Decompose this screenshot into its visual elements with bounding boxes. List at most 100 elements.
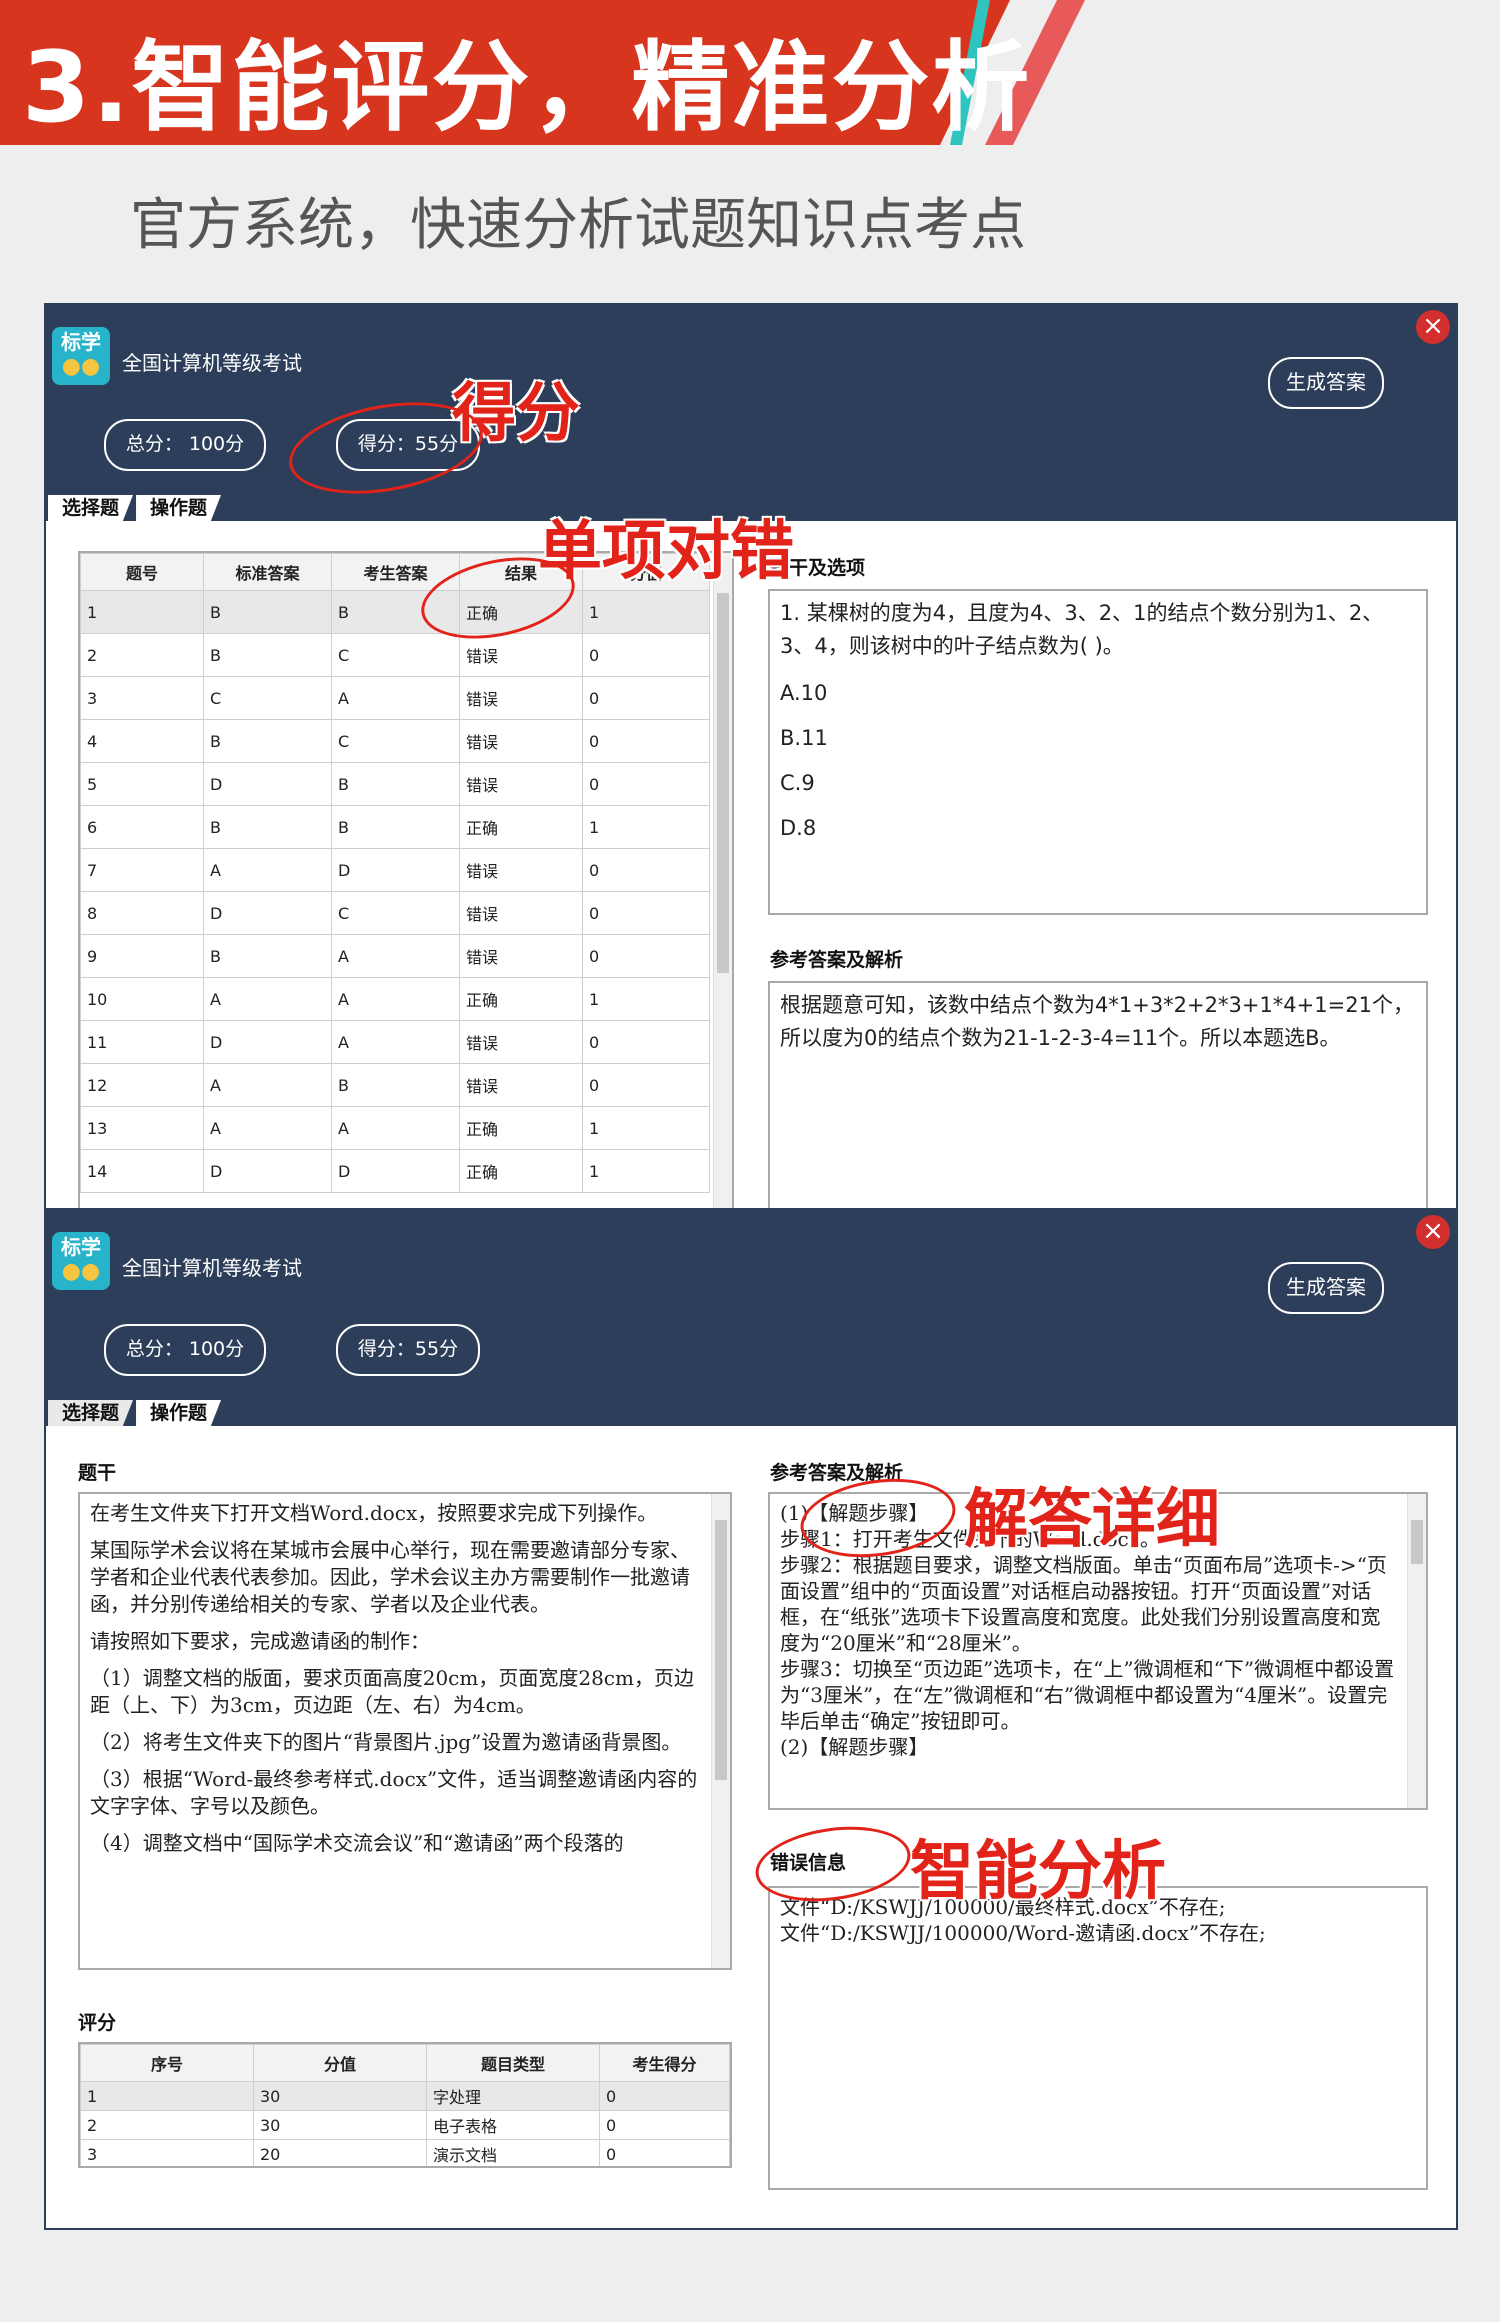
cell-standard: D [203,1149,332,1193]
tab-operation[interactable]: 操作题 [136,495,222,521]
tab-choice[interactable]: 选择题 [48,1400,134,1426]
table-row[interactable]: 9 B A 错误 0 [80,934,710,978]
tab-operation[interactable]: 操作题 [136,1400,222,1426]
cell-standard: B [203,633,332,677]
cell-points: 30 [253,2081,427,2111]
annotation-detail: 解答详细 [964,1483,1220,1557]
generate-answer-button[interactable]: 生成答案 [1268,357,1384,409]
cell-number: 4 [80,719,204,763]
col-header-standard[interactable]: 标准答案 [203,553,332,591]
table-row[interactable]: 3 20 演示文档 0 [80,2139,730,2166]
stem-paragraph: （4）调整文档中“国际学术交流会议”和“邀请函”两个段落的 [90,1831,624,1855]
col-header-student-score[interactable]: 考生得分 [599,2044,730,2082]
table-row[interactable]: 6 B B 正确 1 [80,805,710,849]
cell-result: 错误 [459,934,583,978]
option-b: B.11 [780,726,828,750]
answer-line: 步骤3：切换至“页边距”选项卡，在“上”微调框和“下”微调框中都设置为“3厘米”… [780,1657,1395,1733]
answer-text: 根据题意可知，该数中结点个数为4*1+3*2+2*3+1*4+1=21个，所以度… [780,993,1414,1050]
cell-result: 错误 [459,848,583,892]
answer-table: 题号 标准答案 考生答案 结果 分值 1 B B 正确 1 2 B C 错误 0 3 C A 错误 0 4 B C… [80,553,710,1193]
cell-points: 0 [582,633,710,677]
generate-answer-button[interactable]: 生成答案 [1268,1262,1384,1314]
table-row[interactable]: 10 A A 正确 1 [80,977,710,1021]
total-score-pill: 总分： 100分 [104,1324,266,1376]
cell-number: 5 [80,762,204,806]
cell-number: 9 [80,934,204,978]
cell-number: 11 [80,1020,204,1064]
cell-result: 正确 [459,1149,583,1193]
table-row[interactable]: 8 D C 错误 0 [80,891,710,935]
cell-result: 错误 [459,633,583,677]
table-row[interactable]: 2 B C 错误 0 [80,633,710,677]
cell-student: C [331,719,460,763]
tab-choice[interactable]: 选择题 [48,495,134,521]
cell-number: 7 [80,848,204,892]
cell-student: C [331,891,460,935]
col-header-number[interactable]: 题号 [80,553,204,591]
cell-points: 20 [253,2139,427,2166]
close-icon[interactable]: × [1416,310,1450,344]
cell-result: 正确 [459,805,583,849]
cell-points: 1 [582,977,710,1021]
stem-text: 在考生文件夹下打开文档Word.docx，按照要求完成下列操作。 某国际学术会议将… [80,1494,730,1873]
table-row[interactable]: 13 A A 正确 1 [80,1106,710,1150]
table-row[interactable]: 1 B B 正确 1 [80,590,710,634]
cell-standard: A [203,977,332,1021]
cell-standard: B [203,590,332,634]
cell-standard: D [203,762,332,806]
stem-paragraph: （1）调整文档的版面，要求页面高度20cm，页面宽度28cm，页边距（上、下）为… [90,1666,694,1717]
cell-standard: B [203,719,332,763]
score-pill: 得分：55分 [336,1324,480,1376]
answer-table-panel: 题号 标准答案 考生答案 结果 分值 1 B B 正确 1 2 B C 错误 0 3 C A 错误 0 4 B C… [78,551,734,1222]
cell-points: 0 [582,848,710,892]
cell-type: 演示文档 [426,2139,600,2166]
cell-result: 正确 [459,977,583,1021]
cell-student-score: 0 [599,2139,730,2166]
cell-result: 错误 [459,676,583,720]
table-row[interactable]: 4 B C 错误 0 [80,719,710,763]
table-scrollbar[interactable] [713,553,732,1222]
cell-standard: A [203,848,332,892]
col-header-points[interactable]: 分值 [253,2044,427,2082]
cell-student: A [331,676,460,720]
table-row[interactable]: 11 D A 错误 0 [80,1020,710,1064]
cell-result: 错误 [459,1063,583,1107]
table-header-row: 序号 分值 题目类型 考生得分 [80,2044,730,2082]
option-c: C.9 [780,771,815,795]
table-row[interactable]: 5 D B 错误 0 [80,762,710,806]
cell-points: 30 [253,2110,427,2140]
table-row[interactable]: 3 C A 错误 0 [80,676,710,720]
option-a: A.10 [780,681,828,705]
table-row[interactable]: 2 30 电子表格 0 [80,2110,730,2140]
answer-scrollbar[interactable] [1407,1494,1426,1808]
option-d: D.8 [780,816,817,840]
cell-points: 0 [582,762,710,806]
owl-icon: 标学 ●● [52,327,110,385]
cell-student-score: 0 [599,2081,730,2111]
cell-number: 13 [80,1106,204,1150]
cell-result: 错误 [459,1020,583,1064]
cell-number: 10 [80,977,204,1021]
table-row[interactable]: 14 D D 正确 1 [80,1149,710,1193]
cell-points: 0 [582,1063,710,1107]
col-header-index[interactable]: 序号 [80,2044,254,2082]
question-box: 1. 某棵树的度为4，且度为4、3、2、1的结点个数分别为1、2、3、4，则该树… [768,589,1428,915]
cell-student: D [331,848,460,892]
cell-student: A [331,1020,460,1064]
stem-scrollbar[interactable] [711,1494,730,1968]
cell-student: C [331,633,460,677]
stem-paragraph: 某国际学术会议将在某城市会展中心举行，现在需要邀请部分专家、学者和企业代表代表参… [90,1538,690,1616]
cell-number: 6 [80,805,204,849]
cell-standard: D [203,1020,332,1064]
total-score-pill: 总分： 100分 [104,419,266,471]
table-row[interactable]: 7 A D 错误 0 [80,848,710,892]
table-row[interactable]: 12 A B 错误 0 [80,1063,710,1107]
close-icon[interactable]: × [1416,1215,1450,1249]
cell-points: 1 [582,1106,710,1150]
cell-student: D [331,1149,460,1193]
col-header-type[interactable]: 题目类型 [426,2044,600,2082]
cell-standard: C [203,676,332,720]
cell-student-score: 0 [599,2110,730,2140]
table-row[interactable]: 1 30 字处理 0 [80,2081,730,2111]
window-header: 标学 ●● 全国计算机等级考试 × 生成答案 总分： 100分 得分：55分 选择… [46,1210,1456,1426]
